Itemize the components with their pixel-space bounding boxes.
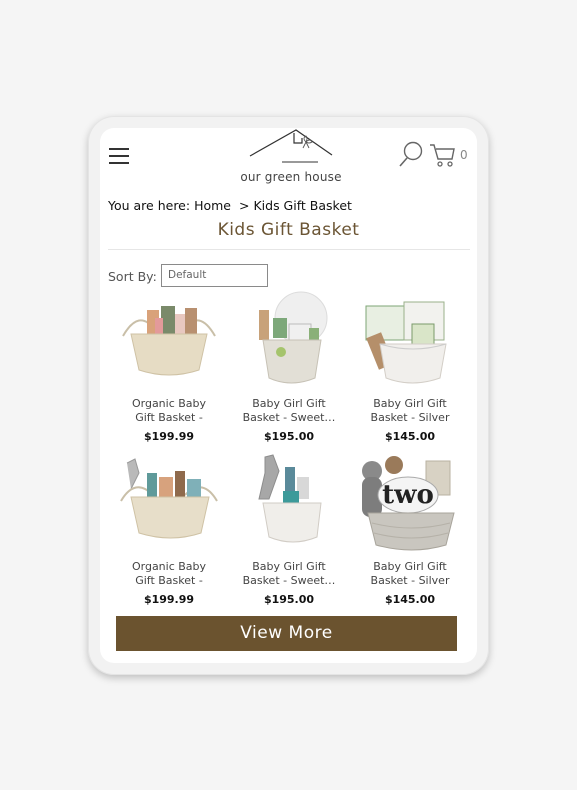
product-name[interactable]: Baby Girl Gift Basket - Silver <box>350 397 470 425</box>
product-price: $199.99 <box>143 593 195 606</box>
product-card[interactable]: Organic Baby Gift Basket - Duck… $199.99 <box>109 451 229 606</box>
product-image[interactable] <box>109 288 229 393</box>
product-image[interactable]: two <box>350 451 470 556</box>
product-price: $199.99 <box>143 430 195 443</box>
product-name[interactable]: Baby Girl Gift Basket - Sweet… <box>229 397 349 425</box>
product-name[interactable]: Baby Girl Gift Basket - Sweet… <box>229 560 349 588</box>
product-name[interactable]: Organic Baby Gift Basket - Duck… <box>109 397 229 425</box>
product-card[interactable]: Organic Baby Gift Basket - Duck… $199.99 <box>109 288 229 443</box>
product-image[interactable] <box>109 451 229 556</box>
product-card[interactable]: two Baby Girl Gift Basket - Silver $145.… <box>350 451 470 606</box>
product-image[interactable] <box>229 288 349 393</box>
sort-label: Sort By: <box>108 269 157 284</box>
tablet-frame: our green house 0 You are here: Home > K… <box>88 116 489 675</box>
site-logo[interactable]: our green house <box>238 128 344 188</box>
product-price: $145.00 <box>384 593 436 606</box>
divider <box>108 249 470 250</box>
screen: our green house 0 You are here: Home > K… <box>100 128 477 663</box>
product-price: $195.00 <box>263 430 315 443</box>
cart-count-badge: 0 <box>460 148 468 162</box>
menu-icon[interactable] <box>109 147 131 165</box>
product-card[interactable]: Baby Girl Gift Basket - Sweet… $195.00 <box>229 451 349 606</box>
site-header: our green house 0 <box>100 128 477 196</box>
product-image[interactable] <box>350 288 470 393</box>
basket-art-text: two <box>382 480 434 510</box>
product-price: $195.00 <box>263 593 315 606</box>
breadcrumb-separator: > <box>238 198 250 213</box>
product-card[interactable]: Baby Girl Gift Basket - Silver $145.00 <box>350 288 470 443</box>
product-image[interactable] <box>229 451 349 556</box>
search-icon[interactable] <box>398 141 424 169</box>
breadcrumb-prefix: You are here: <box>108 198 191 213</box>
breadcrumb-current: Kids Gift Basket <box>253 198 352 213</box>
product-name[interactable]: Baby Girl Gift Basket - Silver <box>350 560 470 588</box>
product-price: $145.00 <box>384 430 436 443</box>
product-name[interactable]: Organic Baby Gift Basket - Duck… <box>109 560 229 588</box>
breadcrumb: You are here: Home > Kids Gift Basket <box>108 198 352 213</box>
logo-text: our green house <box>240 170 342 184</box>
sort-dropdown[interactable]: Default <box>161 264 268 287</box>
house-logo-icon <box>249 129 333 163</box>
product-card[interactable]: Baby Girl Gift Basket - Sweet… $195.00 <box>229 288 349 443</box>
breadcrumb-home-link[interactable]: Home <box>194 198 231 213</box>
page-title: Kids Gift Basket <box>217 220 360 240</box>
view-more-button[interactable]: View More <box>116 616 457 651</box>
cart-icon[interactable] <box>429 142 457 168</box>
